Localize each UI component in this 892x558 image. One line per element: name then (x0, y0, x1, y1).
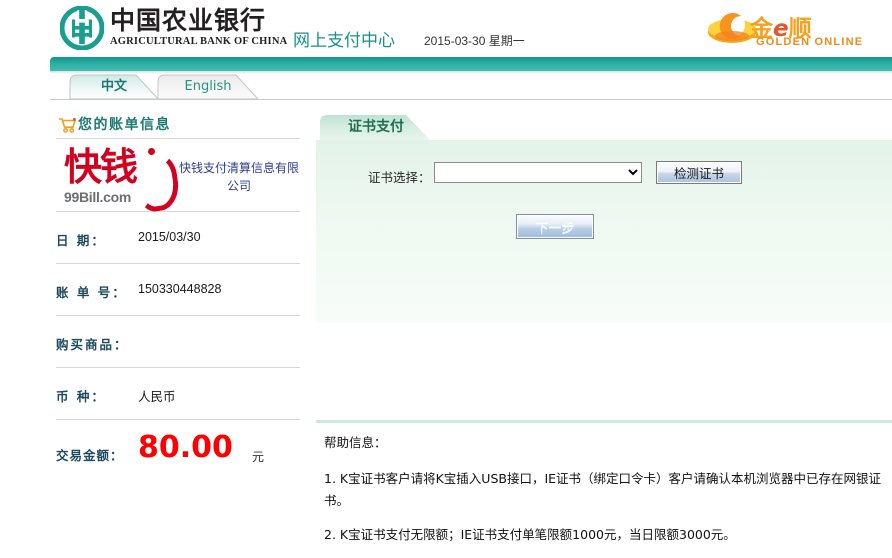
payment-main-panel: 证书支付 证书选择： 检测证书 下一步 帮助信息： 1. K宝证书客户请将K宝插… (316, 114, 892, 323)
transaction-amount-row: 交易金额： 80.00 元 (50, 420, 308, 480)
amount-value: 80.00 (138, 430, 233, 465)
amount-unit: 元 (252, 448, 264, 465)
99bill-logo-cn: 快钱 (64, 145, 136, 189)
golden-brand-en: GOLDEN ONLINE (756, 36, 863, 48)
info-row-product: 购买商品： (50, 316, 308, 367)
help-divider (316, 420, 892, 423)
bank-wordmark: 中国农业银行 AGRICULTURAL BANK OF CHINA (110, 7, 287, 48)
info-value: 人民币 (138, 386, 176, 405)
99bill-swoosh (132, 152, 181, 213)
header-date: 2015-03-30 星期一 (424, 32, 525, 49)
help-item: 2. K宝证书支付无限额；IE证书支付单笔限额1000元，当日限额3000元。 (324, 524, 884, 546)
99bill-logo: 快钱 99Bill.com (56, 145, 172, 207)
cert-select-dropdown[interactable] (434, 162, 642, 183)
help-section: 帮助信息： 1. K宝证书客户请将K宝插入USB接口，IE证书（绑定口令卡）客户… (324, 432, 884, 558)
info-row-currency: 币 种： 人民币 (50, 368, 308, 419)
help-title: 帮助信息： (324, 432, 884, 451)
payment-method-tabs: 证书支付 (316, 114, 892, 140)
bill-info-sidebar: 您的账单信息 快钱 99Bill.com 快钱支付清算信息有限公司 日 期： 2… (50, 114, 308, 480)
check-certificate-button[interactable]: 检测证书 (656, 161, 742, 184)
merchant-row: 快钱 99Bill.com 快钱支付清算信息有限公司 (50, 145, 308, 211)
info-label: 日 期： (56, 230, 106, 249)
bank-logo: 中国农业银行 AGRICULTURAL BANK OF CHINA (60, 6, 287, 50)
shopping-cart-icon (58, 117, 76, 133)
tab-english[interactable]: English (154, 74, 262, 99)
teal-header-bar (50, 57, 892, 71)
cert-select-label: 证书选择： (368, 167, 431, 186)
divider (56, 138, 300, 139)
tab-certificate-payment[interactable]: 证书支付 (320, 114, 432, 140)
merchant-name: 快钱支付清算信息有限公司 (178, 159, 300, 195)
info-label: 币 种： (56, 386, 106, 405)
99bill-logo-en: 99Bill.com (64, 189, 131, 205)
language-tabs: 中文 English (50, 74, 892, 100)
amount-label: 交易金额： (56, 445, 124, 464)
help-item: 1. K宝证书客户请将K宝插入USB接口，IE证书（绑定口令卡）客户请确认本机浏… (324, 468, 884, 512)
golden-online-logo: 金e顺 GOLDEN ONLINE (706, 9, 841, 49)
info-row-bill-no: 账 单 号： 150330448828 (50, 264, 308, 315)
bank-name-en: AGRICULTURAL BANK OF CHINA (110, 35, 287, 48)
next-step-button[interactable]: 下一步 (516, 214, 594, 239)
page-title: 网上支付中心 (293, 26, 395, 51)
tab-english-label: English (185, 79, 232, 94)
bill-info-header: 您的账单信息 (50, 114, 308, 138)
abc-wheat-circle-icon (60, 6, 104, 50)
info-row-date: 日 期： 2015/03/30 (50, 212, 308, 263)
tab-baseline (50, 99, 892, 100)
tab-chinese[interactable]: 中文 (66, 74, 162, 99)
bill-info-title: 您的账单信息 (78, 114, 171, 134)
info-label: 账 单 号： (56, 282, 127, 301)
99bill-dot (148, 148, 155, 155)
info-value: 2015/03/30 (138, 230, 201, 244)
page-header: 中国农业银行 AGRICULTURAL BANK OF CHINA 网上支付中心… (0, 0, 892, 57)
certificate-form-panel: 证书选择： 检测证书 下一步 (316, 140, 892, 323)
tab-certificate-label: 证书支付 (348, 119, 404, 135)
tab-chinese-label: 中文 (101, 79, 127, 94)
info-value: 150330448828 (138, 282, 221, 296)
bank-name-cn: 中国农业银行 (110, 7, 287, 35)
info-label: 购买商品： (56, 334, 129, 353)
